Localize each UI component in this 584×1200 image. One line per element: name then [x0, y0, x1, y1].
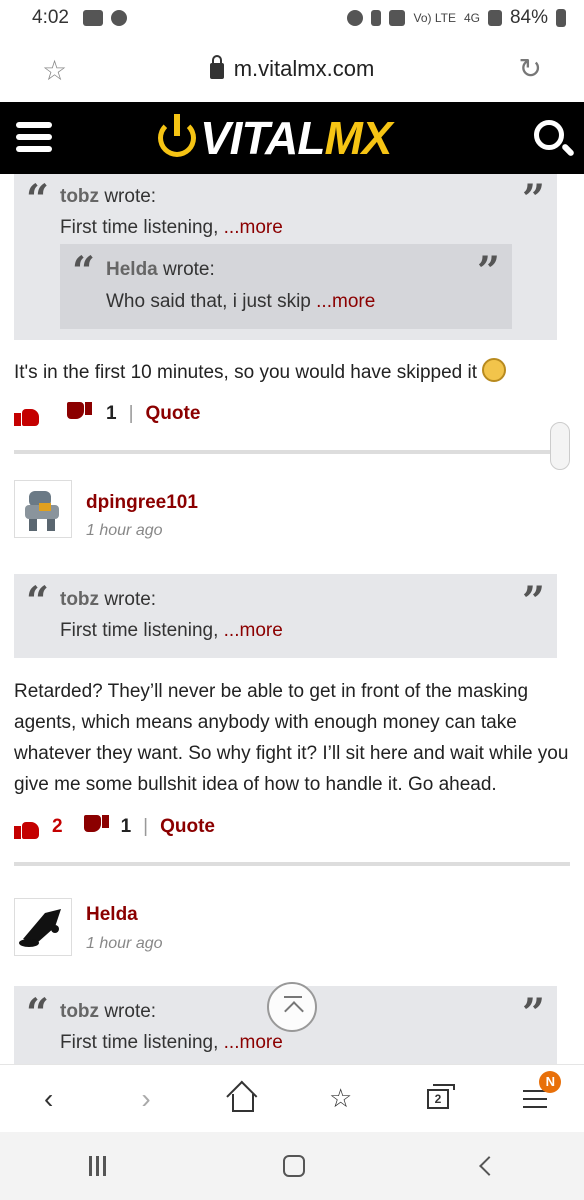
thumbs-down-icon[interactable] [83, 815, 109, 839]
open-quote-icon: “ [26, 578, 50, 625]
post-separator [14, 862, 570, 866]
open-quote-icon: “ [26, 176, 50, 223]
thumbs-up-icon[interactable] [14, 402, 40, 426]
scroll-to-top-button[interactable] [267, 982, 317, 1032]
chevron-right-icon: › [141, 1082, 151, 1114]
more-link[interactable]: ...more [224, 620, 283, 641]
close-quote-icon: ” [521, 578, 545, 625]
notification-badge: N [539, 1070, 562, 1093]
status-bar: 4:02 Vo) LTE 4G 84% [0, 0, 584, 36]
more-link[interactable]: ...more [316, 291, 375, 312]
quote-button[interactable]: Quote [146, 403, 201, 425]
quote-text: First time listening, ...more [60, 620, 283, 641]
quote-header: tobz wrote: [60, 589, 157, 610]
more-link[interactable]: ...more [224, 217, 283, 238]
post-actions: 2 1 | Quote [14, 815, 215, 839]
home-icon [232, 1093, 255, 1112]
nested-quote-block: “ ” Helda wrote: Who said that, i just s… [60, 244, 512, 329]
quote-block: “ ” tobz wrote: First time listening, ..… [14, 174, 557, 340]
bookmark-star-icon[interactable]: ☆ [42, 54, 67, 87]
dislike-count: 1 [120, 816, 132, 837]
volte-label: Vo) LTE [413, 11, 456, 25]
battery-icon [556, 9, 566, 27]
close-quote-icon: ” [521, 176, 545, 223]
emoji-icon [482, 358, 507, 382]
address-field[interactable]: m.vitalmx.com [209, 55, 375, 82]
chevron-left-icon: ‹ [43, 1082, 54, 1114]
back-button[interactable]: ‹ [29, 1079, 69, 1119]
quote-header: Helda wrote: [106, 259, 215, 280]
menu-icon [523, 1089, 548, 1108]
avatar[interactable] [14, 480, 72, 538]
quote-header: tobz wrote: [60, 1001, 157, 1022]
quote-author[interactable]: Helda [106, 259, 158, 280]
post-username[interactable]: Helda [86, 904, 138, 926]
quote-button[interactable]: Quote [160, 816, 215, 838]
quote-author[interactable]: tobz [60, 1001, 99, 1022]
tabs-icon: 2 [426, 1083, 455, 1109]
quote-text: Who said that, i just skip ...more [106, 291, 376, 312]
browser-menu-button[interactable]: N [515, 1070, 562, 1119]
browser-toolbar: ‹ › ☆ 2 N [0, 1064, 584, 1132]
system-nav-bar [0, 1132, 584, 1200]
battery-text: 84% [509, 7, 548, 28]
comments-feed: “ ” tobz wrote: First time listening, ..… [0, 174, 584, 1064]
close-quote-icon: ” [521, 990, 545, 1037]
dislike-count: 1 [106, 403, 117, 424]
mail-icon [82, 10, 103, 26]
bookmark-star-list-icon: ☆ [328, 1083, 353, 1113]
quote-text: First time listening, ...more [60, 1032, 283, 1053]
thumbs-down-icon[interactable] [66, 402, 92, 426]
post-timestamp: 1 hour ago [86, 935, 163, 952]
logo-mx: MX [324, 112, 392, 164]
open-quote-icon: “ [72, 248, 96, 295]
close-quote-icon: ” [476, 248, 500, 295]
action-divider: | [143, 816, 149, 837]
reload-icon[interactable]: ↻ [519, 52, 542, 85]
quote-text: First time listening, ...more [60, 217, 283, 238]
post-actions: 1 | Quote [14, 402, 200, 426]
url-text: m.vitalmx.com [233, 56, 375, 81]
site-search-icon[interactable] [534, 120, 564, 150]
site-header: VITAL MX [0, 102, 584, 174]
action-divider: | [128, 403, 134, 424]
network-label: 4G [463, 11, 480, 25]
thumbs-up-icon[interactable] [14, 815, 40, 839]
facebook-icon [110, 10, 127, 26]
home-button[interactable] [223, 1079, 263, 1119]
bluetooth-icon [371, 10, 382, 26]
site-menu-icon[interactable] [16, 122, 52, 152]
post-body: Retarded? They’ll never be able to get i… [14, 681, 569, 795]
site-logo[interactable]: VITAL MX [158, 112, 392, 164]
alarm-icon [347, 10, 364, 26]
like-count: 2 [52, 816, 63, 837]
post-body: It's in the first 10 minutes, so you wou… [14, 357, 570, 388]
quote-author[interactable]: tobz [60, 589, 99, 610]
system-home-icon[interactable] [282, 1155, 305, 1177]
lock-icon [209, 55, 224, 79]
logo-vital: VITAL [200, 112, 325, 164]
quote-block: “ ” tobz wrote: First time listening, ..… [14, 574, 557, 658]
browser-url-bar: ☆ m.vitalmx.com ↻ [0, 36, 584, 102]
more-link[interactable]: ...more [224, 1032, 283, 1053]
avatar[interactable] [14, 898, 72, 956]
open-quote-icon: “ [26, 990, 50, 1037]
forward-button[interactable]: › [126, 1079, 166, 1119]
quote-header: tobz wrote: [60, 186, 157, 207]
post-timestamp: 1 hour ago [86, 522, 163, 539]
post-username[interactable]: dpingree101 [86, 492, 198, 514]
power-logo-icon [158, 114, 196, 157]
mute-icon [389, 10, 406, 26]
status-time: 4:02 [32, 7, 69, 28]
post-separator [14, 450, 570, 454]
quote-author[interactable]: tobz [60, 186, 99, 207]
signal-icon [487, 10, 502, 26]
tabs-button[interactable]: 2 [418, 1079, 458, 1119]
scrollbar-handle[interactable] [550, 422, 570, 470]
system-back-icon[interactable] [478, 1156, 499, 1176]
recent-apps-icon[interactable] [88, 1156, 106, 1176]
bookmarks-button[interactable]: ☆ [321, 1079, 361, 1119]
